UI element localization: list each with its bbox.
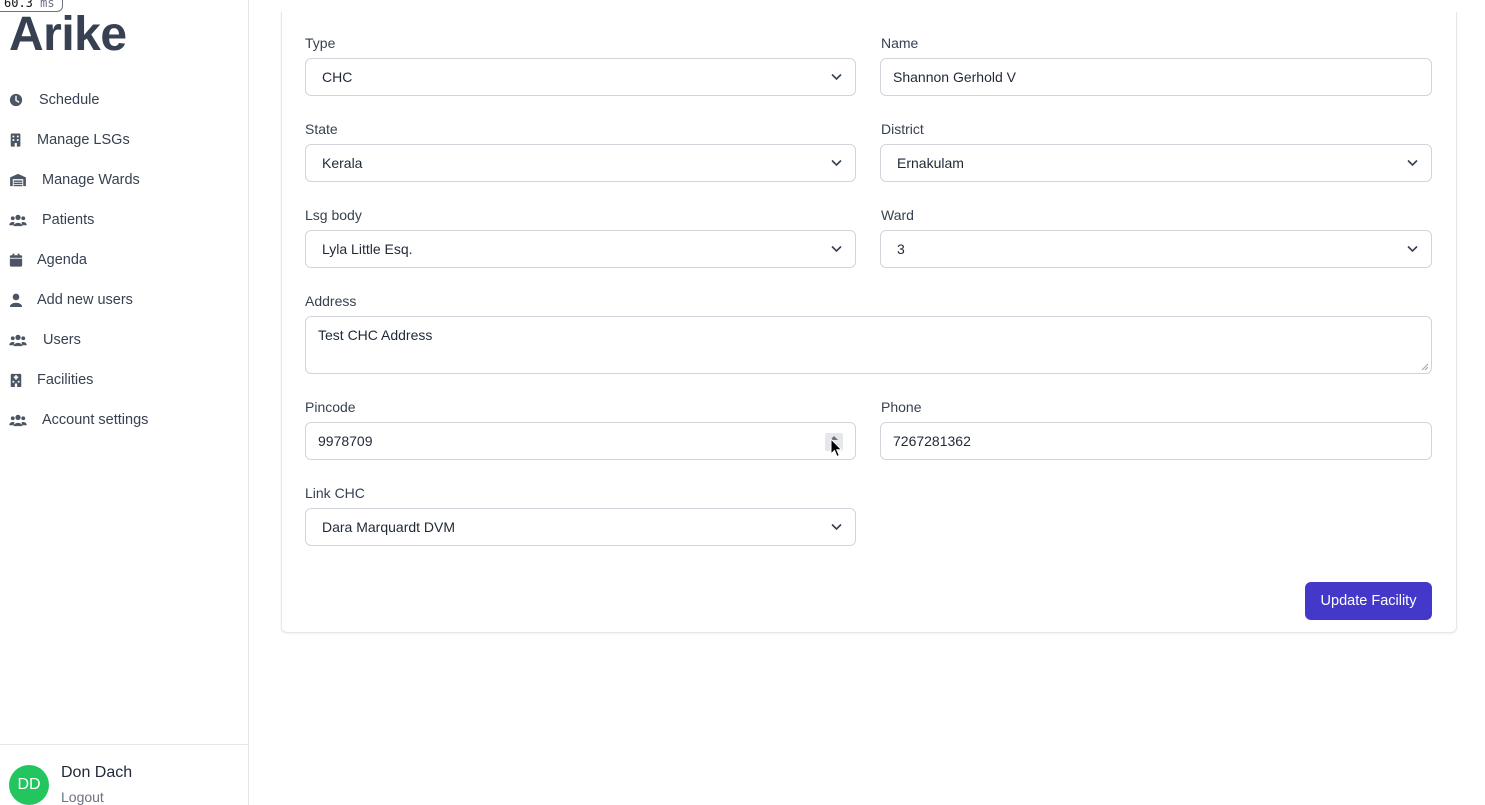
link-chc-label: Link CHC: [305, 485, 365, 501]
chevron-down-icon: [1407, 245, 1418, 253]
district-value: Ernakulam: [897, 155, 964, 171]
district-select[interactable]: Ernakulam: [880, 144, 1432, 182]
type-value: CHC: [322, 69, 353, 85]
chevron-down-icon: [1407, 159, 1418, 167]
chevron-down-icon: [831, 245, 842, 253]
update-facility-button[interactable]: Update Facility: [1305, 582, 1432, 620]
user-icon: [9, 293, 23, 307]
performance-indicator: 60.3 ms: [0, 0, 63, 12]
users-icon: [9, 333, 27, 347]
user-name: Don Dach: [61, 764, 133, 781]
warehouse-icon: [9, 173, 27, 187]
sidebar-item-label: Facilities: [37, 372, 94, 388]
address-textarea[interactable]: Test CHC Address: [305, 316, 1432, 374]
hospital-icon: [9, 373, 23, 387]
avatar: DD: [9, 765, 49, 805]
sidebar-item-account-settings[interactable]: Account settings: [0, 400, 248, 440]
perf-value: 60.3: [4, 0, 33, 10]
sidebar-item-add-new-users[interactable]: Add new users: [0, 280, 248, 320]
clock-icon: [9, 93, 23, 107]
lsg-label: Lsg body: [305, 207, 362, 223]
address-label: Address: [305, 293, 357, 309]
ward-value: 3: [897, 241, 905, 257]
users-icon: [9, 413, 27, 427]
sidebar-item-facilities[interactable]: Facilities: [0, 360, 248, 400]
app-logo: Arike: [9, 8, 127, 61]
district-label: District: [881, 121, 924, 137]
resize-handle-icon[interactable]: [1421, 363, 1429, 371]
lsg-value: Lyla Little Esq.: [322, 241, 413, 257]
sidebar-item-patients[interactable]: Patients: [0, 200, 248, 240]
mouse-cursor-icon: [830, 438, 843, 458]
pincode-input[interactable]: 9978709: [305, 422, 856, 460]
phone-label: Phone: [881, 399, 922, 415]
building-icon: [9, 133, 23, 147]
sidebar-nav: Schedule Manage LSGs Manage Wards Patien…: [0, 80, 248, 440]
ward-label: Ward: [881, 207, 914, 223]
pincode-value: 9978709: [318, 433, 373, 449]
chevron-down-icon: [831, 73, 842, 81]
state-value: Kerala: [322, 155, 363, 171]
type-select[interactable]: CHC: [305, 58, 856, 96]
address-value: Test CHC Address: [318, 327, 433, 343]
link-chc-select[interactable]: Dara Marquardt DVM: [305, 508, 856, 546]
pincode-label: Pincode: [305, 399, 356, 415]
users-icon: [9, 213, 27, 227]
logout-link[interactable]: Logout: [61, 789, 104, 805]
name-label: Name: [881, 35, 919, 51]
sidebar-item-users[interactable]: Users: [0, 320, 248, 360]
lsg-select[interactable]: Lyla Little Esq.: [305, 230, 856, 268]
name-value: Shannon Gerhold V: [893, 69, 1016, 85]
chevron-down-icon: [831, 159, 842, 167]
phone-input[interactable]: 7267281362: [880, 422, 1432, 460]
sidebar-item-label: Users: [43, 332, 81, 348]
user-profile: DD Don Dach Logout: [0, 744, 248, 805]
perf-unit: ms: [40, 0, 55, 10]
sidebar: Arike Schedule Manage LSGs Manage Wards …: [0, 0, 249, 805]
state-label: State: [305, 121, 338, 137]
sidebar-item-label: Manage Wards: [42, 172, 140, 188]
sidebar-item-label: Add new users: [37, 292, 133, 308]
type-label: Type: [305, 35, 336, 51]
chevron-down-icon: [831, 523, 842, 531]
sidebar-item-label: Patients: [42, 212, 95, 228]
link-chc-value: Dara Marquardt DVM: [322, 519, 456, 535]
sidebar-item-schedule[interactable]: Schedule: [0, 80, 248, 120]
state-select[interactable]: Kerala: [305, 144, 856, 182]
sidebar-item-manage-lsgs[interactable]: Manage LSGs: [0, 120, 248, 160]
sidebar-item-label: Account settings: [42, 412, 149, 428]
sidebar-item-manage-wards[interactable]: Manage Wards: [0, 160, 248, 200]
ward-select[interactable]: 3: [880, 230, 1432, 268]
phone-value: 7267281362: [893, 433, 971, 449]
calendar-icon: [9, 253, 23, 267]
name-input[interactable]: Shannon Gerhold V: [880, 58, 1432, 96]
sidebar-item-label: Schedule: [39, 92, 100, 108]
sidebar-item-label: Agenda: [37, 252, 87, 268]
sidebar-item-label: Manage LSGs: [37, 132, 130, 148]
sidebar-item-agenda[interactable]: Agenda: [0, 240, 248, 280]
